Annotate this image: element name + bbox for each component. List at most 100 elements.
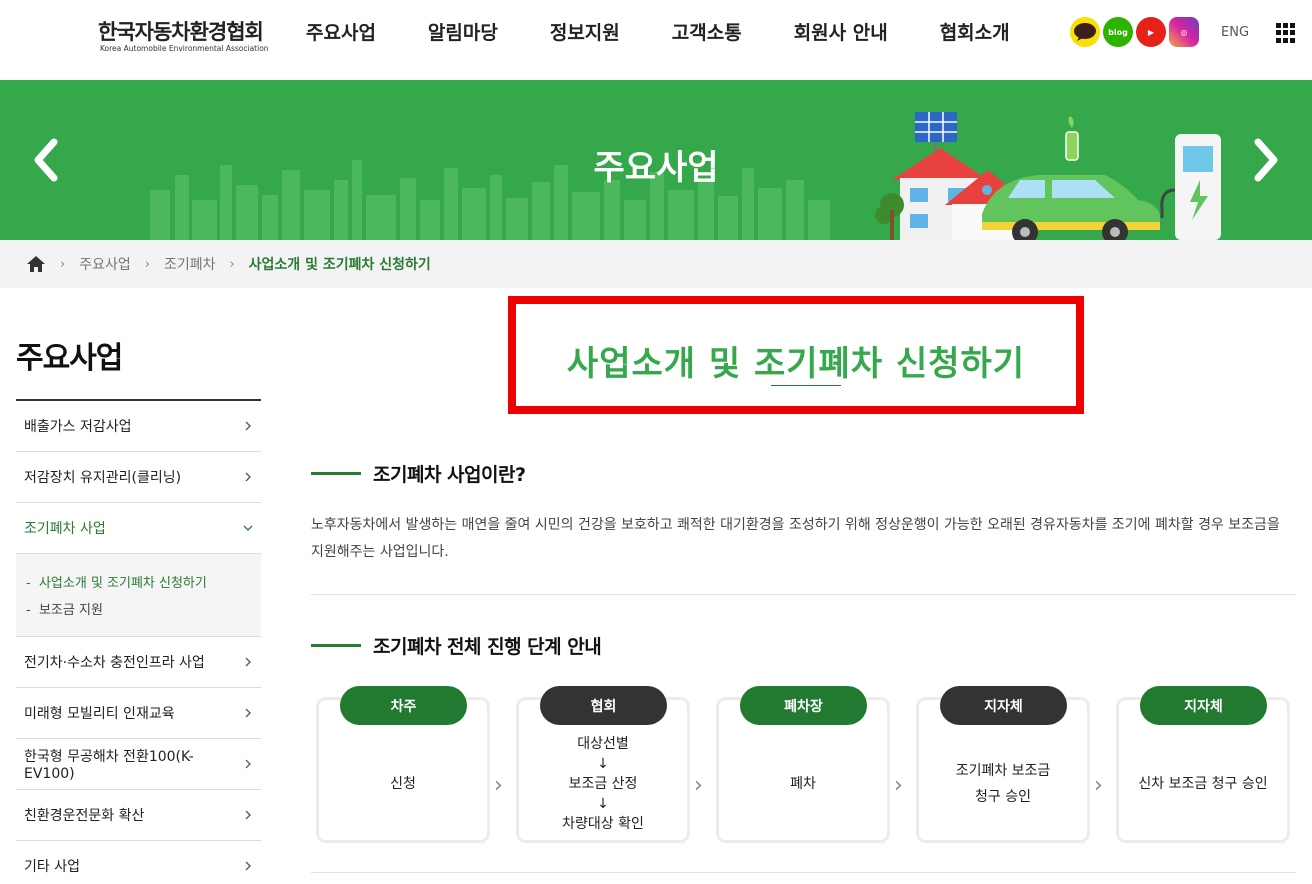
banner-next-arrow-icon[interactable] [1244,132,1284,188]
sidebar-subitem-intro-apply[interactable]: - 사업소개 및 조기폐차 신청하기 [26,570,253,597]
nav-item-customer[interactable]: 고객소통 [646,0,768,66]
speech-bubble-icon [1074,23,1096,41]
section-divider [311,872,1296,873]
breadcrumb: › 주요사업 › 조기폐차 › 사업소개 및 조기폐차 신청하기 [0,240,1312,288]
breadcrumb-separator-icon: › [229,256,235,272]
step-body: 폐차 [719,728,887,840]
chevron-right-icon: › [894,773,903,798]
process-step: 폐차장 폐차 [716,686,890,843]
step-text: 차량대상 확인 [562,816,644,832]
all-menu-grid-icon[interactable] [1276,23,1296,43]
process-step: 지자체 신차 보조금 청구 승인 [1116,686,1290,843]
step-badge: 협회 [540,686,667,725]
sidebar-item-label: 한국형 무공해차 전환100(K-EV100) [24,749,194,782]
chevron-right-icon [245,472,251,482]
chevron-right-icon [245,708,251,718]
sidebar-subitem-label: 보조금 지원 [38,603,103,618]
section-divider [311,594,1296,595]
site-header: 한국자동차환경협회 Korea Automobile Environmental… [0,0,1312,80]
sidebar-item-k-ev100[interactable]: 한국형 무공해차 전환100(K-EV100) [16,739,261,790]
chevron-right-icon [245,657,251,667]
down-arrow-icon: ↓ [597,796,609,812]
sns-links: blog ▶ ◎ [1070,17,1199,47]
logo-mark-icon [22,10,80,58]
chevron-right-icon [245,861,251,871]
down-arrow-icon: ↓ [597,756,609,772]
language-switch[interactable]: ENG [1221,25,1249,40]
chevron-right-icon: › [1094,773,1103,798]
sidebar-item-label: 조기폐차 사업 [24,521,106,537]
main-navigation: 주요사업 알림마당 정보지원 고객소통 회원사 안내 협회소개 [280,0,1036,66]
process-step: 지자체 조기폐차 보조금 청구 승인 [916,686,1090,843]
step-badge: 지자체 [940,686,1067,725]
section-heading-steps: 조기폐차 전체 진행 단계 안내 [311,632,602,659]
youtube-icon[interactable]: ▶ [1136,17,1166,47]
nav-item-main-business[interactable]: 주요사업 [280,0,402,66]
nav-item-members[interactable]: 회원사 안내 [768,0,914,66]
chevron-right-icon: › [694,773,703,798]
logo-english-text: Korea Automobile Environmental Associati… [100,44,269,53]
sidebar-item-eco-driving[interactable]: 친환경운전문화 확산 [16,790,261,841]
instagram-icon[interactable]: ◎ [1169,17,1199,47]
sidebar-item-label: 미래형 모빌리티 인재교육 [24,706,175,722]
chevron-right-icon: › [494,773,503,798]
chevron-right-icon [245,421,251,431]
section-heading-text: 조기폐차 사업이란? [373,464,526,486]
sidebar-title: 주요사업 [16,341,123,376]
breadcrumb-current[interactable]: 사업소개 및 조기폐차 신청하기 [249,254,431,274]
step-text: 신청 [390,776,416,792]
sidebar-item-label: 저감장치 유지관리(클리닝) [24,470,182,486]
step-badge: 폐차장 [740,686,867,725]
site-logo[interactable]: 한국자동차환경협회 Korea Automobile Environmental… [14,6,269,62]
nav-item-notice[interactable]: 알림마당 [402,0,524,66]
process-step: 차주 신청 [316,686,490,843]
kakaotalk-icon[interactable] [1070,17,1100,47]
process-step: 협회 대상선별 ↓ 보조금 산정 ↓ 차량대상 확인 [516,686,690,843]
breadcrumb-separator-icon: › [144,256,150,272]
sidebar-item-label: 배출가스 저감사업 [24,419,132,435]
breadcrumb-item-main-business[interactable]: 주요사업 [79,254,131,274]
section-heading-about: 조기폐차 사업이란? [311,460,526,487]
step-body: 신차 보조금 청구 승인 [1119,728,1287,840]
nav-item-info[interactable]: 정보지원 [524,0,646,66]
step-body: 조기폐차 보조금 청구 승인 [919,728,1087,840]
step-text: 신차 보조금 청구 승인 [1138,776,1268,792]
nav-item-about[interactable]: 협회소개 [914,0,1036,66]
breadcrumb-separator-icon: › [60,256,66,272]
banner-prev-arrow-icon[interactable] [28,132,68,188]
blog-icon-label: blog [1108,27,1128,37]
step-text: 폐차 [790,776,816,792]
chevron-down-icon [243,525,253,531]
sidebar-item-emission-reduction[interactable]: 배출가스 저감사업 [16,401,261,452]
blog-icon[interactable]: blog [1103,17,1133,47]
sidebar-item-device-cleaning[interactable]: 저감장치 유지관리(클리닝) [16,452,261,503]
process-steps: 차주 신청 › 협회 대상선별 ↓ 보조금 산정 ↓ 차량대상 확인 › 폐차장… [316,683,1292,843]
section-heading-bar [311,644,361,647]
step-body: 신청 [319,728,487,840]
home-icon[interactable] [26,254,46,274]
sidebar-item-mobility-education[interactable]: 미래형 모빌리티 인재교육 [16,688,261,739]
banner-title: 주요사업 [593,148,719,188]
page-title-highlight-box: 사업소개 및 조기폐차 신청하기 [508,296,1084,414]
step-text: 대상선별 [577,736,629,752]
chevron-right-icon [245,759,251,769]
instagram-icon-label: ◎ [1180,27,1188,37]
sidebar-item-other[interactable]: 기타 사업 [16,841,261,884]
sidebar-menu: 배출가스 저감사업 저감장치 유지관리(클리닝) 조기폐차 사업 - 사업소개 … [16,399,261,884]
breadcrumb-item-early-scrap[interactable]: 조기폐차 [164,254,216,274]
youtube-icon-label: ▶ [1147,27,1155,37]
section-description: 노후자동차에서 발생하는 매연을 줄여 시민의 건강을 보호하고 쾌적한 대기환… [311,517,1280,560]
sidebar-submenu: - 사업소개 및 조기폐차 신청하기 - 보조금 지원 [16,554,261,637]
sidebar-subitem-label: 사업소개 및 조기폐차 신청하기 [38,576,207,591]
sidebar-item-charging-infra[interactable]: 전기차·수소차 충전인프라 사업 [16,637,261,688]
step-body: 대상선별 ↓ 보조금 산정 ↓ 차량대상 확인 [519,728,687,840]
step-badge: 차주 [340,686,467,725]
step-text: 보조금 산정 [568,776,638,792]
page-title-underline [771,385,841,386]
sidebar-subitem-subsidy[interactable]: - 보조금 지원 [26,597,253,624]
chevron-right-icon [245,810,251,820]
logo-korean-text: 한국자동차환경협회 [98,20,264,44]
step-badge: 지자체 [1140,686,1267,725]
section-heading-bar [311,472,361,475]
sidebar-item-early-scrap[interactable]: 조기폐차 사업 [16,503,261,554]
